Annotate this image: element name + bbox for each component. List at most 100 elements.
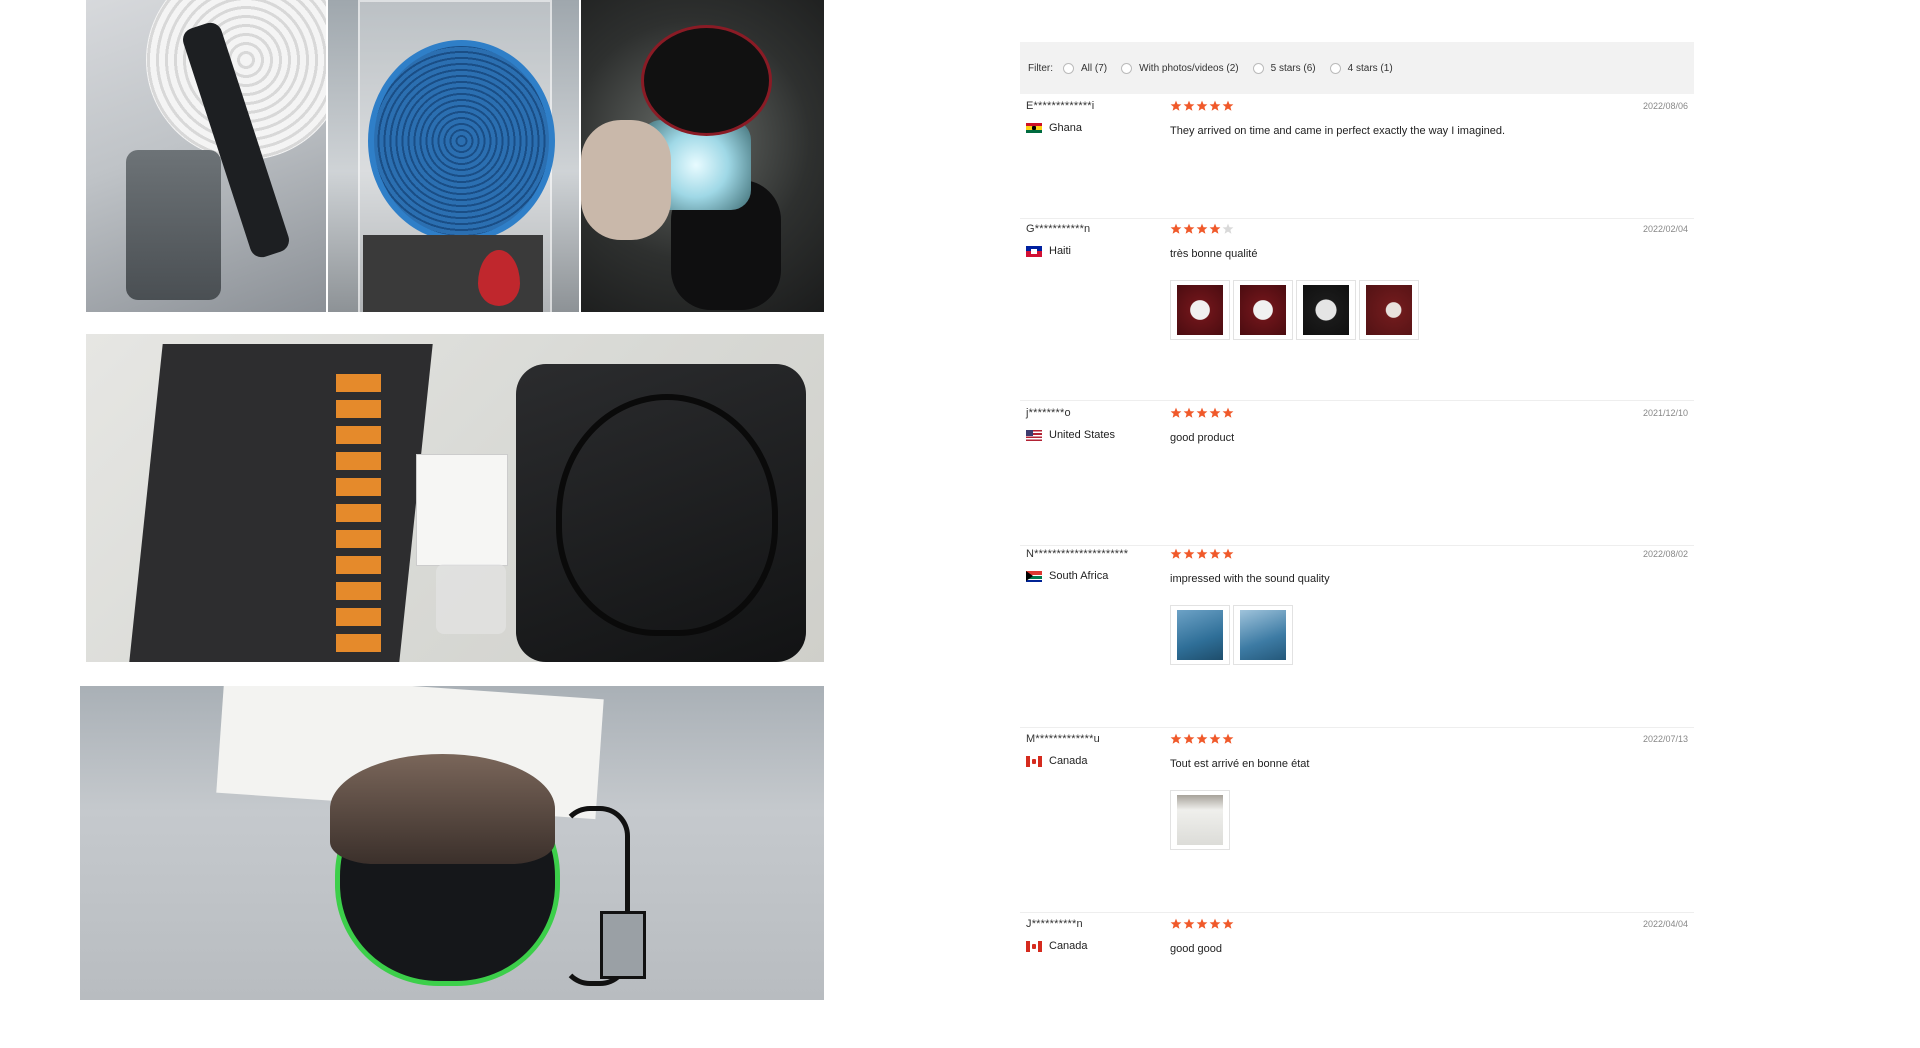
star-icon <box>1209 548 1221 559</box>
star-icon <box>1183 100 1195 111</box>
star-icon <box>1196 918 1208 929</box>
star-icon <box>1170 733 1182 744</box>
review-photo-lamp[interactable] <box>581 0 824 312</box>
reviewer-country: Canada <box>1026 940 1088 952</box>
review-date: 2022/08/02 <box>1642 549 1688 559</box>
star-icon <box>1183 548 1195 559</box>
star-rating <box>1170 918 1235 930</box>
filter-option-all[interactable]: All (7) <box>1063 62 1108 74</box>
flag-icon <box>1026 570 1042 582</box>
review-text: impressed with the sound quality <box>1170 573 1330 585</box>
review-divider <box>1020 727 1694 728</box>
charger-stand-shape <box>126 150 221 300</box>
star-icon <box>1183 223 1195 234</box>
star-icon <box>1196 407 1208 418</box>
review-photo-earbuds-case[interactable] <box>80 686 824 1000</box>
star-icon <box>1170 918 1182 929</box>
lamp-top-shape <box>641 25 772 136</box>
radio-icon[interactable] <box>1329 62 1341 74</box>
country-name: South Africa <box>1049 570 1109 582</box>
filter-option-label: 5 stars (6) <box>1270 62 1316 74</box>
review-item: G***********n Haiti 2022/02/04 très bonne q… <box>1020 223 1694 353</box>
eartips-shape <box>436 564 506 634</box>
star-icon <box>1209 407 1221 418</box>
star-icon <box>1170 100 1182 111</box>
review-date: 2021/12/10 <box>1642 408 1688 418</box>
review-item: j********o United States 2021/12/10 good pr… <box>1020 407 1694 537</box>
review-item: N********************* South Africa 2022/0… <box>1020 548 1694 678</box>
review-photo-thumbnails <box>1170 280 1422 340</box>
review-item: M*************u Canada 2022/07/13 Tout est … <box>1020 733 1694 863</box>
review-divider <box>1020 400 1694 401</box>
star-icon <box>1209 223 1221 234</box>
review-photo-neckband-headphones[interactable] <box>86 334 824 662</box>
review-photo-thumbnail[interactable] <box>1170 280 1230 340</box>
star-icon <box>1209 918 1221 929</box>
review-text: They arrived on time and came in perfect… <box>1170 125 1506 137</box>
star-icon <box>1209 733 1221 744</box>
flag-icon <box>1026 940 1042 952</box>
reviewer-name: j********o <box>1026 407 1071 419</box>
filter-option-with-photos[interactable]: With photos/videos (2) <box>1121 62 1239 74</box>
star-icon <box>1222 918 1234 929</box>
star-icon <box>1222 548 1234 559</box>
star-rating <box>1170 223 1235 235</box>
review-text: good good <box>1170 943 1222 955</box>
photo-separator <box>0 664 824 678</box>
review-photo-speaker-package[interactable] <box>328 0 579 312</box>
review-photo-thumbnail[interactable] <box>1296 280 1356 340</box>
star-rating <box>1170 100 1235 112</box>
star-icon <box>1183 733 1195 744</box>
reviewer-country: Canada <box>1026 755 1088 767</box>
review-photo-thumbnail[interactable] <box>1170 605 1230 665</box>
review-date: 2022/08/06 <box>1642 101 1688 111</box>
star-rating <box>1170 548 1235 560</box>
radio-icon[interactable] <box>1121 62 1133 74</box>
review-photo-thumbnails <box>1170 605 1296 665</box>
box-stripe-shape <box>336 374 381 654</box>
case-lid-shape <box>330 754 555 864</box>
reviewer-name: M*************u <box>1026 733 1100 745</box>
star-icon <box>1222 733 1234 744</box>
country-name: Canada <box>1049 755 1088 767</box>
flag-icon <box>1026 755 1042 767</box>
star-icon <box>1196 223 1208 234</box>
filter-option-4-stars[interactable]: 4 stars (1) <box>1329 62 1393 74</box>
star-icon <box>1196 548 1208 559</box>
review-photo-thumbnail[interactable] <box>1359 280 1419 340</box>
review-item: E*************i Ghana 2022/08/06 They arriv… <box>1020 100 1694 230</box>
review-date: 2022/07/13 <box>1642 734 1688 744</box>
country-name: United States <box>1049 429 1116 441</box>
review-photo-thumbnails <box>1170 790 1233 850</box>
review-divider <box>1020 912 1694 913</box>
review-date: 2022/02/04 <box>1642 224 1688 234</box>
review-photo-wireless-charger[interactable] <box>86 0 326 312</box>
radio-icon[interactable] <box>1252 62 1264 74</box>
star-icon <box>1196 100 1208 111</box>
filter-option-5-stars[interactable]: 5 stars (6) <box>1252 62 1316 74</box>
headphone-box-shape <box>129 344 433 662</box>
hand-shape <box>581 120 671 240</box>
star-rating <box>1170 407 1235 419</box>
review-photo-thumbnail[interactable] <box>1170 790 1230 850</box>
star-icon <box>1222 223 1234 234</box>
reviewer-name: G***********n <box>1026 223 1091 235</box>
star-icon <box>1183 918 1195 929</box>
star-icon <box>1183 407 1195 418</box>
flag-icon <box>1026 122 1042 134</box>
reviewer-name: E*************i <box>1026 100 1095 112</box>
filter-option-label: All (7) <box>1081 62 1108 74</box>
review-item: J**********n Canada 2022/04/04 good good <box>1020 918 1694 1048</box>
reviewer-name: N********************* <box>1026 548 1129 560</box>
radio-icon[interactable] <box>1063 62 1074 74</box>
review-text: Tout est arrivé en bonne état <box>1170 758 1310 770</box>
review-photo-thumbnail[interactable] <box>1233 605 1293 665</box>
review-text: très bonne qualité <box>1170 248 1258 260</box>
country-name: Canada <box>1049 940 1088 952</box>
star-icon <box>1222 407 1234 418</box>
flag-icon <box>1026 245 1042 257</box>
review-date: 2022/04/04 <box>1642 919 1688 929</box>
star-rating <box>1170 733 1235 745</box>
country-name: Ghana <box>1049 122 1083 134</box>
review-photo-thumbnail[interactable] <box>1233 280 1293 340</box>
